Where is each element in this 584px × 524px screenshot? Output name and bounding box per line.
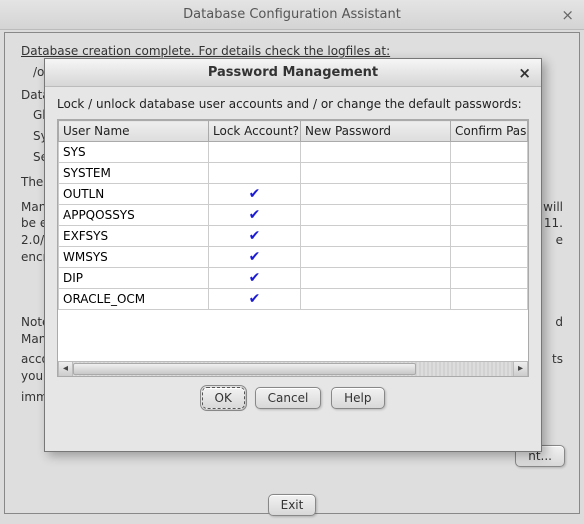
exit-row: Exit — [0, 494, 584, 516]
cell-username[interactable]: SYS — [59, 142, 209, 163]
cell-username[interactable]: DIP — [59, 268, 209, 289]
cell-new-password[interactable] — [301, 205, 451, 226]
bg-line-d: d — [555, 314, 563, 331]
password-management-modal: Password Management × Lock / unlock data… — [44, 58, 542, 452]
cell-lock[interactable] — [209, 163, 301, 184]
cell-new-password[interactable] — [301, 247, 451, 268]
cell-confirm-password[interactable] — [451, 226, 528, 247]
table-row[interactable]: SYSTEM — [59, 163, 528, 184]
scroll-thumb[interactable] — [73, 363, 416, 375]
cell-confirm-password[interactable] — [451, 163, 528, 184]
horizontal-scrollbar[interactable]: ◂ ▸ — [58, 361, 528, 376]
cell-new-password[interactable] — [301, 289, 451, 310]
main-title: Database Configuration Assistant — [183, 7, 401, 22]
main-titlebar: Database Configuration Assistant × — [0, 0, 584, 30]
modal-description: Lock / unlock database user accounts and… — [57, 97, 529, 111]
cell-lock[interactable]: ✔ — [209, 247, 301, 268]
bg-line-e: e — [556, 232, 563, 249]
modal-close-icon[interactable]: × — [518, 64, 531, 82]
table-row[interactable]: WMSYS ✔ — [59, 247, 528, 268]
modal-titlebar: Password Management × — [45, 59, 541, 87]
accounts-table: User Name Lock Account? New Password Con… — [58, 120, 528, 373]
cell-lock[interactable]: ✔ — [209, 226, 301, 247]
checkmark-icon: ✔ — [249, 186, 261, 202]
ok-button[interactable]: OK — [202, 387, 245, 409]
table-row[interactable]: SYS — [59, 142, 528, 163]
col-newpw[interactable]: New Password — [301, 121, 451, 142]
table-row[interactable]: ORACLE_OCM ✔ — [59, 289, 528, 310]
table-row[interactable]: EXFSYS ✔ — [59, 226, 528, 247]
cell-lock[interactable]: ✔ — [209, 268, 301, 289]
help-button[interactable]: Help — [331, 387, 384, 409]
modal-button-row: OK Cancel Help — [57, 387, 529, 409]
cell-lock[interactable] — [209, 142, 301, 163]
cell-new-password[interactable] — [301, 163, 451, 184]
checkmark-icon: ✔ — [249, 270, 261, 286]
col-confirm[interactable]: Confirm Passw — [451, 121, 528, 142]
col-lock[interactable]: Lock Account? — [209, 121, 301, 142]
cell-lock[interactable]: ✔ — [209, 205, 301, 226]
cell-lock[interactable]: ✔ — [209, 184, 301, 205]
table-header-row: User Name Lock Account? New Password Con… — [59, 121, 528, 142]
cell-username[interactable]: WMSYS — [59, 247, 209, 268]
cell-new-password[interactable] — [301, 184, 451, 205]
cell-new-password[interactable] — [301, 268, 451, 289]
checkmark-icon: ✔ — [249, 249, 261, 265]
col-username[interactable]: User Name — [59, 121, 209, 142]
cell-confirm-password[interactable] — [451, 268, 528, 289]
modal-title: Password Management — [208, 65, 378, 80]
cell-new-password[interactable] — [301, 226, 451, 247]
checkmark-icon: ✔ — [249, 207, 261, 223]
bg-line-11: 11. — [544, 215, 563, 232]
cell-confirm-password[interactable] — [451, 289, 528, 310]
cell-lock[interactable]: ✔ — [209, 289, 301, 310]
cancel-button[interactable]: Cancel — [255, 387, 322, 409]
scroll-right-icon[interactable]: ▸ — [513, 362, 528, 376]
cell-username[interactable]: ORACLE_OCM — [59, 289, 209, 310]
cell-confirm-password[interactable] — [451, 184, 528, 205]
exit-button[interactable]: Exit — [268, 494, 317, 516]
cell-confirm-password[interactable] — [451, 247, 528, 268]
main-close-icon[interactable]: × — [561, 6, 574, 24]
cell-username[interactable]: APPQOSSYS — [59, 205, 209, 226]
cell-new-password[interactable] — [301, 142, 451, 163]
cell-username[interactable]: SYSTEM — [59, 163, 209, 184]
table-row[interactable]: APPQOSSYS ✔ — [59, 205, 528, 226]
checkmark-icon: ✔ — [249, 291, 261, 307]
checkmark-icon: ✔ — [249, 228, 261, 244]
cell-username[interactable]: EXFSYS — [59, 226, 209, 247]
table-row[interactable]: DIP ✔ — [59, 268, 528, 289]
scroll-track[interactable] — [73, 362, 513, 376]
table-row-empty — [59, 310, 528, 331]
cell-username[interactable]: OUTLN — [59, 184, 209, 205]
table-row-empty — [59, 331, 528, 352]
accounts-table-wrap: User Name Lock Account? New Password Con… — [57, 119, 529, 377]
cell-confirm-password[interactable] — [451, 142, 528, 163]
cell-confirm-password[interactable] — [451, 205, 528, 226]
scroll-left-icon[interactable]: ◂ — [58, 362, 73, 376]
modal-body: Lock / unlock database user accounts and… — [45, 87, 541, 417]
bg-line-will: will — [543, 199, 563, 216]
table-row[interactable]: OUTLN ✔ — [59, 184, 528, 205]
bg-line-ts: ts — [552, 351, 563, 368]
